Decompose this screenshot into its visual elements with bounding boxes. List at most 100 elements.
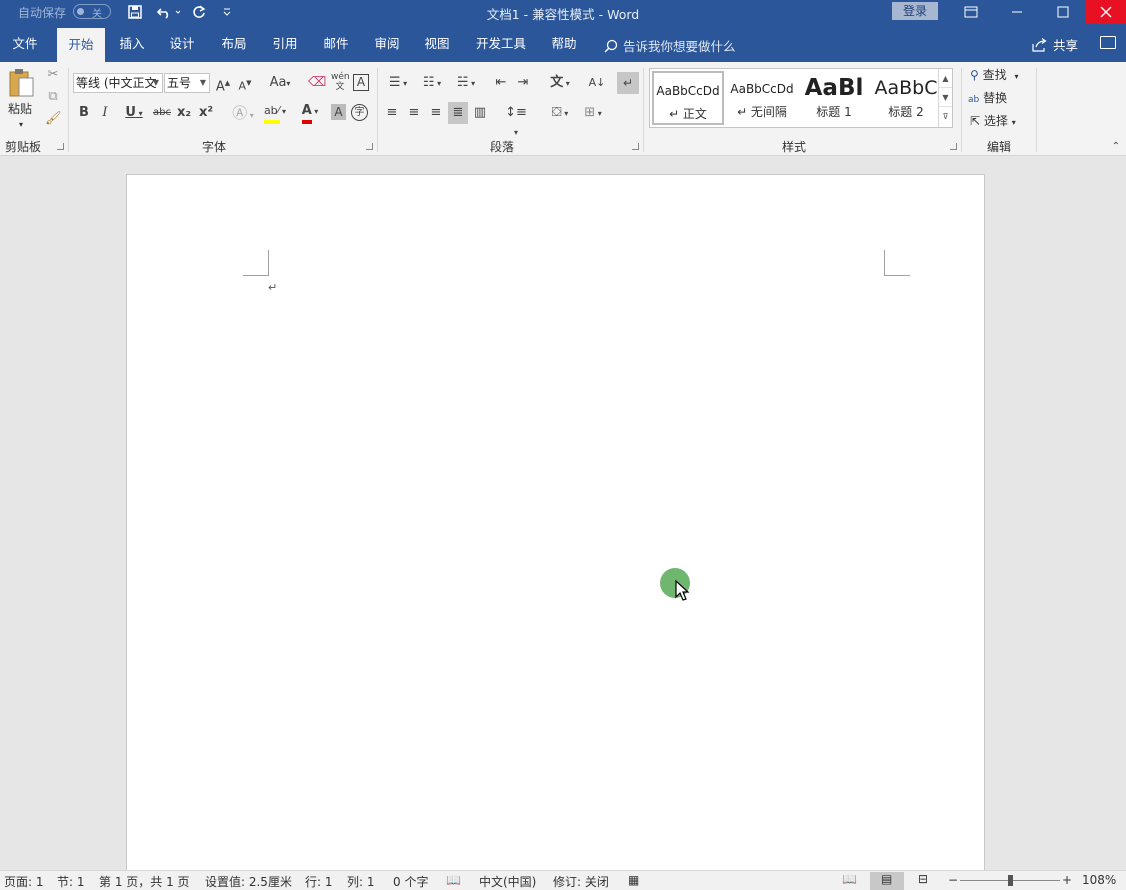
close-button[interactable] [1086,0,1126,24]
margin-corner-top-left [243,250,269,276]
zoom-slider-thumb[interactable] [1008,875,1013,886]
shading-button[interactable]: ⛋ ▾ [545,104,575,123]
zoom-level[interactable]: 108% [1082,873,1116,887]
change-case-button[interactable]: Aa▾ [265,74,295,93]
status-page-count[interactable]: 第 1 页，共 1 页 [99,873,190,890]
comments-icon[interactable] [1100,36,1116,49]
phonetic-guide-button[interactable]: wén 文 [331,72,350,92]
document-page[interactable]: ↵ [126,174,985,874]
tab-home[interactable]: 开始 [57,28,105,62]
distributed-button[interactable]: ▥ [472,104,488,122]
strikethrough-icon: abc [153,107,171,118]
highlight-button[interactable]: ab⁄ ▾ [260,102,290,124]
bullets-button[interactable]: ☰ ▾ [384,74,412,93]
collapse-ribbon-button[interactable]: ⌃ [1110,138,1122,156]
zoom-out-button[interactable]: − [948,873,958,887]
show-marks-button[interactable]: ↵ [617,72,639,94]
strikethrough-button[interactable]: abc [152,104,172,122]
tab-help[interactable]: 帮助 [542,24,586,62]
subscript-button[interactable]: x₂ [176,104,192,122]
tab-view[interactable]: 视图 [415,24,459,62]
style-heading-1[interactable]: AaBl 标题 1 [798,71,870,125]
gallery-up-button[interactable]: ▲ [939,69,952,88]
paste-button[interactable]: 粘贴 ▾ [6,68,38,130]
read-mode-button[interactable]: 📖 [832,872,866,890]
separator [1036,68,1037,152]
distributed-icon: ▥ [473,105,487,120]
style-normal[interactable]: AaBbCcDd ↵ 正文 [652,71,724,125]
status-section[interactable]: 节: 1 [57,873,85,890]
enclose-char-button[interactable]: 字 [351,104,368,121]
status-page[interactable]: 页面: 1 [4,873,44,890]
macro-icon[interactable]: ▦ [628,873,639,887]
ribbon-display-button[interactable] [948,0,994,24]
gallery-down-button[interactable]: ▼ [939,88,952,107]
tab-developer[interactable]: 开发工具 [469,24,533,62]
styles-gallery: AaBbCcDd ↵ 正文 AaBbCcDd ↵ 无间隔 AaBl 标题 1 A… [649,68,953,128]
borders-button[interactable]: ⊞ ▾ [579,104,607,123]
style-heading-2[interactable]: AaBbC 标题 2 [870,71,942,125]
status-word-count[interactable]: 0 个字 [393,873,428,890]
clipboard-launcher[interactable] [57,143,64,150]
sort-button[interactable]: A↓ [588,74,606,92]
font-name-combo[interactable]: 等线 (中文正文 ▼ [73,73,163,93]
copy-button[interactable]: ⧉ [45,88,61,106]
find-button[interactable]: ⚲ 查找 ▾ [970,66,1018,86]
align-center-button[interactable]: ≡ [406,104,422,122]
style-no-spacing[interactable]: AaBbCcDd ↵ 无间隔 [726,71,798,125]
char-border-button[interactable]: A [353,74,369,91]
text-effects-button[interactable]: Ⓐ ▾ [229,104,257,125]
font-color-button[interactable]: A ▾ [295,102,325,124]
multilevel-list-button[interactable]: ☵ ▾ [452,74,480,93]
status-col[interactable]: 列: 1 [347,873,375,890]
justify-button[interactable]: ≣ [448,102,468,124]
font-launcher[interactable] [366,143,373,150]
print-layout-icon: ▤ [881,872,893,886]
format-painter-button[interactable]: 🖌 [45,110,62,128]
status-language[interactable]: 中文(中国) [479,873,536,890]
line-spacing-button[interactable]: ↕≡ ▾ [502,104,530,142]
tab-design[interactable]: 设计 [160,24,204,62]
login-button[interactable]: 登录 [892,2,938,20]
superscript-button[interactable]: x² [198,104,214,122]
chinese-layout-button[interactable]: 文 ▾ [546,74,574,93]
tab-file[interactable]: 文件 [0,24,50,62]
tab-layout[interactable]: 布局 [212,24,256,62]
font-size-combo[interactable]: 五号 ▼ [164,73,210,93]
styles-launcher[interactable] [950,143,957,150]
align-left-button[interactable]: ≡ [384,104,400,122]
clear-format-button[interactable]: ⌫ [308,74,326,92]
align-right-button[interactable]: ≡ [428,104,444,122]
proofing-icon[interactable]: 📖 [446,873,461,887]
grow-font-button[interactable]: A▲ [215,74,231,96]
increase-indent-button[interactable]: ⇥ [514,74,532,92]
status-setting[interactable]: 设置值: 2.5厘米 [205,873,292,890]
tab-review[interactable]: 审阅 [365,24,409,62]
share-button[interactable]: 共享 [1032,35,1078,54]
char-shading-button[interactable]: A [331,104,346,120]
italic-button[interactable]: I [98,104,112,122]
replace-button[interactable]: ab 替换 [968,89,1007,109]
maximize-button[interactable] [1040,0,1086,24]
tab-references[interactable]: 引用 [263,24,307,62]
cut-button[interactable]: ✂ [45,66,61,84]
replace-label: 替换 [983,91,1008,105]
tell-me-search[interactable]: 告诉我你想要做什么 [604,36,736,55]
gallery-more-button[interactable]: ⊽ [939,107,952,126]
tab-mailings[interactable]: 邮件 [314,24,358,62]
decrease-indent-button[interactable]: ⇤ [492,74,510,92]
print-layout-button[interactable]: ▤ [870,872,904,890]
web-layout-button[interactable]: ⊟ [908,872,942,890]
style-name: 标题 1 [816,105,852,119]
minimize-button[interactable] [994,0,1040,24]
status-row[interactable]: 行: 1 [305,873,333,890]
numbering-button[interactable]: ☷ ▾ [418,74,446,93]
bold-button[interactable]: B [77,104,91,122]
shrink-font-button[interactable]: A▼ [237,74,253,96]
zoom-in-button[interactable]: + [1062,873,1072,887]
tab-insert[interactable]: 插入 [110,24,154,62]
status-track-changes[interactable]: 修订: 关闭 [553,873,609,890]
underline-button[interactable]: U ▾ [119,104,149,123]
paragraph-launcher[interactable] [632,143,639,150]
select-button[interactable]: ⇱ 选择 ▾ [970,112,1016,132]
